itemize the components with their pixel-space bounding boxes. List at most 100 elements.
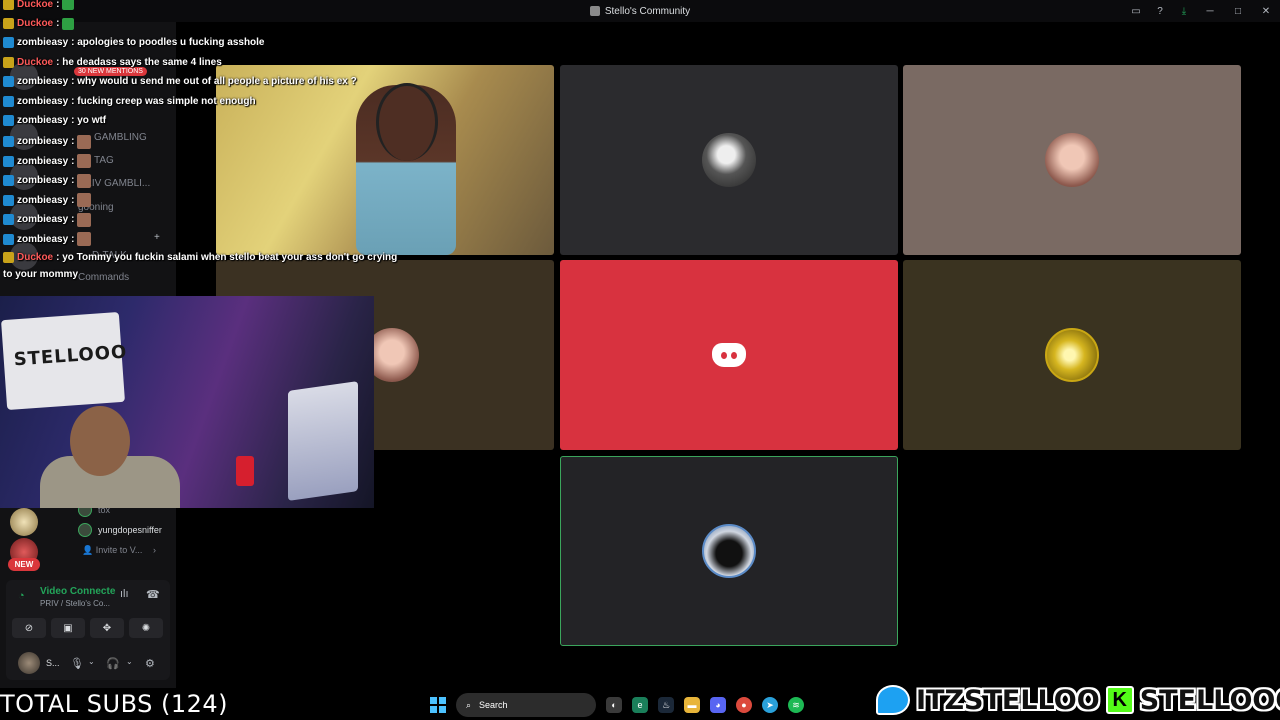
microphone-icon[interactable]: 🎙 (70, 657, 84, 670)
twitter-handle: ITZSTELLOO (916, 684, 1100, 716)
invite-to-voice[interactable]: 👤 Invite to V... › (82, 545, 156, 556)
add-channel-icon[interactable]: + (154, 232, 160, 243)
steam-icon[interactable]: ♨ (658, 697, 674, 713)
participant-avatar (702, 133, 756, 187)
titlebar-controls: ▭ ? ⤓ ─ □ ✕ (1124, 0, 1280, 22)
chat-username: zombieasy (17, 233, 69, 245)
chrome-icon[interactable]: ● (736, 697, 752, 713)
video-tile-speaking[interactable] (560, 456, 898, 646)
chat-badge-icon (3, 0, 14, 10)
channel-gambling[interactable]: GAMBLING (94, 132, 147, 143)
streamer-webcam: STELLOOO (0, 296, 374, 508)
windows-start-icon[interactable] (430, 697, 446, 713)
chat-badge-icon (3, 251, 14, 263)
camera-off-button[interactable]: ⊘ (12, 618, 46, 638)
chat-username: zombieasy (17, 37, 69, 48)
chat-text: : why would u send me out of all people … (71, 76, 357, 87)
chat-text: : (71, 233, 75, 245)
soundboard-button[interactable]: ✺ (129, 618, 163, 638)
chat-username: zombieasy (17, 76, 69, 87)
channel-tag[interactable]: TAG (94, 155, 114, 166)
voice-member[interactable]: yungdopesniffer (78, 523, 162, 537)
chat-username: zombieasy (17, 136, 69, 147)
participant-avatar (1045, 328, 1099, 382)
chat-message: zombieasy: apologies to poodles u fuckin… (3, 37, 265, 48)
chevron-down-icon[interactable]: ⌄ (88, 657, 95, 666)
signal-icon: ◔ (18, 590, 25, 602)
chat-badge-icon (3, 95, 14, 107)
member-avatar (78, 523, 92, 537)
edge-icon[interactable]: e (632, 697, 648, 713)
chevron-down-icon[interactable]: ⌄ (126, 657, 133, 666)
video-tile[interactable] (903, 65, 1241, 255)
participant-avatar (1045, 133, 1099, 187)
monitor-screen (288, 381, 358, 501)
chat-badge-icon (3, 18, 14, 29)
chat-text: : (71, 136, 75, 147)
taskbar: ⌕ Search ◐ e ♨ ▬ ◕ ● ➤ ≋ (430, 690, 870, 720)
search-placeholder: Search (479, 700, 508, 710)
video-tile[interactable] (560, 65, 898, 255)
chat-text: : (71, 194, 75, 206)
headphones-icon[interactable]: 🎧 (106, 657, 120, 670)
user-panel[interactable]: S... (18, 652, 60, 674)
chat-emote-icon (77, 193, 92, 207)
chat-badge-icon (3, 175, 14, 186)
chat-message: zombieasy: fucking creep was simple not … (3, 95, 256, 107)
chat-message: Duckoe: (3, 17, 75, 30)
chat-username: zombieasy (17, 214, 69, 225)
window-title-text: Stello's Community (604, 5, 691, 17)
kick-icon: K (1105, 686, 1134, 714)
video-tile-camera[interactable] (216, 65, 554, 255)
server-icon[interactable] (10, 508, 38, 536)
chat-username: zombieasy (17, 95, 69, 107)
chat-badge-icon (3, 136, 14, 147)
chat-username: zombieasy (17, 155, 69, 167)
inbox-icon[interactable]: ▭ (1124, 0, 1148, 22)
chat-text: : (56, 0, 60, 10)
help-icon[interactable]: ? (1148, 0, 1172, 22)
total-subs-counter: TOTAL SUBS (124) (0, 690, 229, 718)
chat-emote-icon (77, 173, 92, 188)
activities-button[interactable]: ✥ (90, 618, 124, 638)
telegram-icon[interactable]: ➤ (762, 697, 778, 713)
noise-suppression-icon[interactable]: ılı (120, 588, 129, 600)
chat-badge-icon (3, 115, 14, 126)
discord-icon[interactable]: ◕ (710, 697, 726, 713)
chat-text: : (56, 18, 60, 29)
chat-message: zombieasy: (3, 154, 92, 168)
chat-message: Duckoe: (3, 0, 75, 10)
spotify-icon[interactable]: ≋ (788, 697, 804, 713)
chat-emote-icon (62, 17, 75, 30)
chat-badge-icon (3, 214, 14, 225)
chat-message: zombieasy: (3, 232, 92, 246)
participant-avatar (702, 524, 756, 578)
task-view-icon[interactable]: ◐ (606, 697, 622, 713)
download-icon[interactable]: ⤓ (1172, 0, 1196, 22)
voice-status[interactable]: Video Connecte (40, 586, 115, 597)
chat-text: : yo Tommy you fuckin salami when stello… (56, 251, 398, 263)
file-explorer-icon[interactable]: ▬ (684, 697, 700, 713)
chat-text: : fucking creep was simple not enough (71, 95, 256, 107)
minimize-button[interactable]: ─ (1196, 0, 1224, 22)
disconnect-icon[interactable]: ☎ (146, 588, 160, 601)
video-tile[interactable] (903, 260, 1241, 450)
screen-share-button[interactable]: ▣ (51, 618, 85, 638)
gear-icon[interactable]: ⚙ (145, 657, 155, 670)
chat-badge-icon (3, 155, 14, 167)
voice-location[interactable]: PRIV / Stello's Co... (40, 599, 110, 608)
close-button[interactable]: ✕ (1252, 0, 1280, 22)
mentions-badge[interactable]: 30 NEW MENTIONS (74, 67, 147, 76)
channel-commands[interactable]: Commands (78, 272, 129, 283)
chat-emote-icon (77, 154, 92, 168)
chat-message: zombieasy: why would u send me out of al… (3, 76, 357, 87)
video-tile[interactable] (560, 260, 898, 450)
new-badge: NEW (8, 558, 40, 571)
user-avatar (18, 652, 40, 674)
streamer-face (70, 406, 130, 476)
wall-banner-text: STELLOOO (13, 341, 129, 371)
maximize-button[interactable]: □ (1224, 0, 1252, 22)
taskbar-search[interactable]: ⌕ Search (456, 693, 596, 717)
server-icon (589, 6, 600, 16)
chat-text: : (71, 175, 75, 186)
